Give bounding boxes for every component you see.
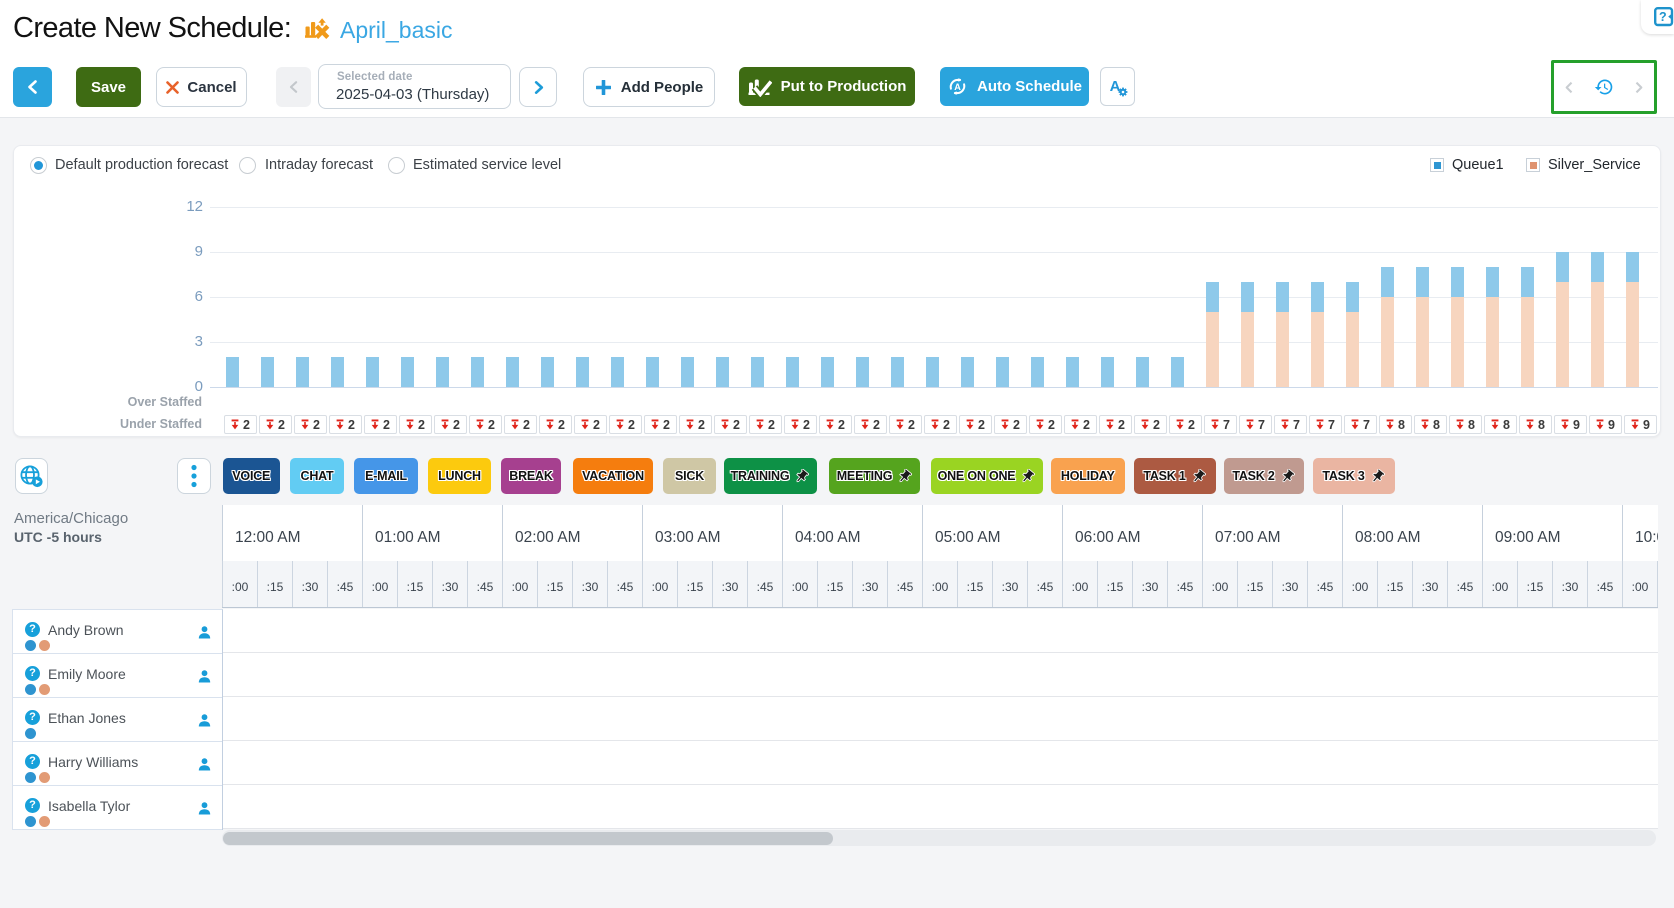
svg-text:?: ?: [1659, 10, 1667, 24]
svg-text:A: A: [954, 82, 961, 92]
